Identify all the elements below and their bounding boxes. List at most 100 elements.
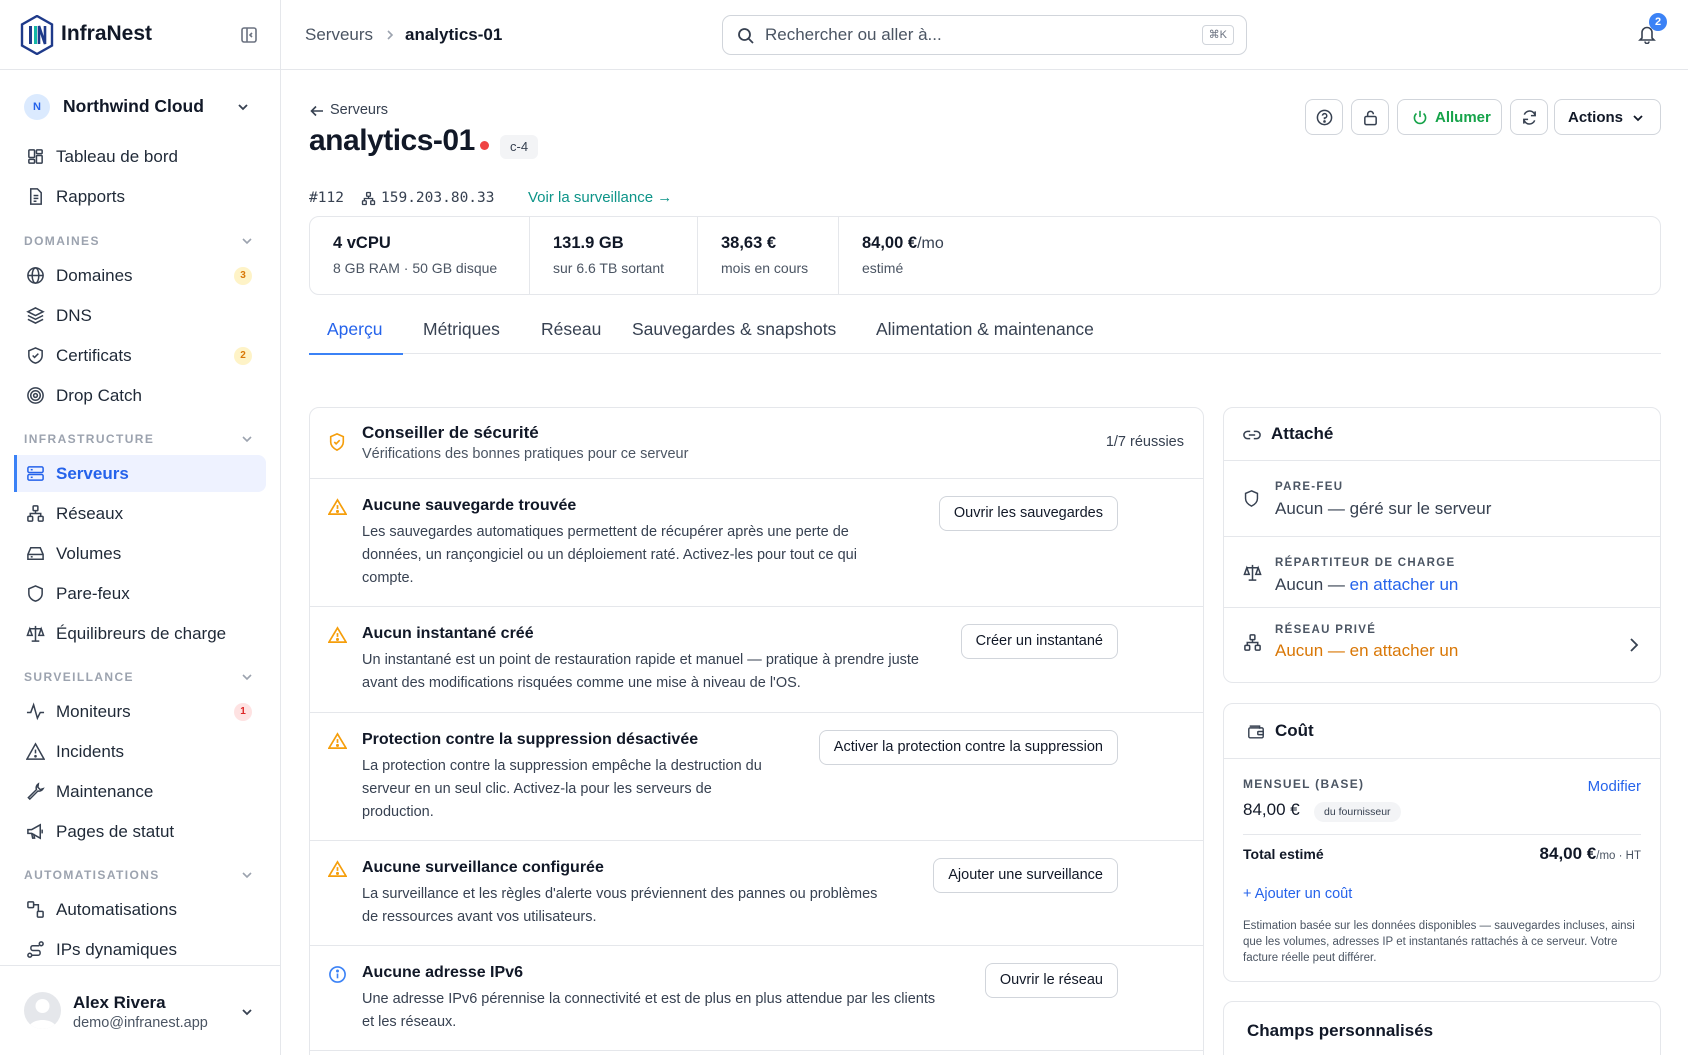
chevron-down-icon[interactable] — [241, 433, 253, 445]
help-button[interactable] — [1305, 99, 1343, 135]
check-description-line: données, un rançongiciel ou un déploieme… — [362, 547, 857, 563]
edit-cost-link[interactable]: Modifier — [1588, 778, 1641, 795]
report-icon — [26, 187, 45, 206]
refresh-button[interactable] — [1510, 99, 1548, 135]
stat-sub: 8 GB RAM · 50 GB disque — [333, 260, 498, 276]
org-switcher[interactable]: N Northwind Cloud — [24, 92, 256, 120]
open-backups-button[interactable]: Ouvrir les sauvegardes — [938, 496, 1118, 531]
sidebar-item-reports[interactable]: Rapports — [14, 178, 266, 215]
enable-delete-protection-button[interactable]: Activer la protection contre la suppress… — [818, 730, 1118, 765]
check-item: Aucun instantané créé Un instantané est … — [310, 607, 1203, 713]
check-description: La protection contre la suppression empê… — [362, 755, 762, 824]
wrench-icon — [26, 782, 45, 801]
sidebar-item-volumes[interactable]: Volumes — [14, 535, 266, 572]
sidebar-item-label: Serveurs — [56, 464, 129, 483]
top-bar: Serveurs analytics-01 ⌘K 2 — [281, 0, 1688, 70]
org-name: Northwind Cloud — [63, 96, 204, 116]
add-monitoring-button[interactable]: Ajouter une surveillance — [933, 858, 1118, 893]
create-snapshot-button[interactable]: Créer un instantané — [960, 624, 1118, 659]
shield-check-icon — [328, 432, 346, 452]
chevron-down-icon[interactable] — [241, 671, 253, 683]
sidebar-item-automations[interactable]: Automatisations — [14, 891, 266, 928]
tab-sauvegardes[interactable]: Sauvegardes & snapshots — [632, 319, 836, 355]
power-icon — [1412, 109, 1428, 126]
warning-icon — [328, 498, 347, 516]
security-score: 1/7 réussies — [1105, 434, 1184, 450]
check-description: La surveillance et les règles d'alerte v… — [362, 883, 877, 929]
brand-name: InfraNest — [61, 22, 153, 45]
sidebar-item-certificates[interactable]: Certificats 2 — [14, 337, 266, 374]
sidebar-item-servers[interactable]: Serveurs — [14, 455, 266, 492]
refresh-icon — [1521, 109, 1538, 126]
status-indicator — [480, 141, 489, 150]
check-description-line: compte. — [362, 570, 414, 586]
chevron-down-icon — [236, 100, 250, 114]
chevron-down-icon — [1632, 112, 1644, 124]
divider — [1243, 834, 1641, 835]
check-description: Les sauvegardes automatiques permettent … — [362, 521, 857, 590]
attached-title: Attaché — [1271, 424, 1334, 443]
help-circle-icon — [1316, 109, 1333, 126]
sidebar-item-domains[interactable]: Domaines 3 — [14, 257, 266, 294]
sidebar-item-dns[interactable]: DNS — [14, 297, 266, 334]
attached-card: Attaché PARE-FEU Aucun — géré sur le ser… — [1223, 407, 1661, 683]
tab-reseau[interactable]: Réseau — [541, 319, 601, 355]
warning-icon — [328, 626, 347, 644]
attached-private-network-row[interactable]: RÉSEAU PRIVÉ Aucun — en attacher un — [1224, 607, 1660, 682]
sidebar-item-load-balancers[interactable]: Équilibreurs de charge — [14, 615, 266, 652]
attach-load-balancer-link[interactable]: en attacher un — [1350, 575, 1459, 594]
section-title-domaines: DOMAINES — [24, 234, 100, 248]
chevron-down-icon[interactable] — [241, 235, 253, 247]
sidebar-item-label: Pare-feux — [56, 584, 130, 603]
search-icon — [737, 27, 755, 45]
actions-dropdown[interactable]: Actions — [1554, 99, 1661, 135]
check-item: Aucune adresse IPv6 Une adresse IPv6 pér… — [310, 946, 1203, 1051]
attached-firewall-label: PARE-FEU — [1275, 481, 1344, 493]
sidebar-item-networks[interactable]: Réseaux — [14, 495, 266, 532]
stat-unit: /mo — [917, 235, 944, 252]
source-badge: du fournisseur — [1314, 802, 1401, 822]
sidebar-item-maintenance[interactable]: Maintenance — [14, 773, 266, 810]
chevron-down-icon[interactable] — [241, 869, 253, 881]
sidebar-item-label: Incidents — [56, 742, 125, 761]
shield-icon — [26, 584, 45, 603]
sidebar-item-incidents[interactable]: Incidents — [14, 733, 266, 770]
monitoring-link[interactable]: Voir la surveillance → — [528, 189, 672, 206]
search-box[interactable]: ⌘K — [722, 15, 1247, 55]
sidebar-item-monitors[interactable]: Moniteurs 1 — [14, 693, 266, 730]
sidebar-item-firewalls[interactable]: Pare-feux — [14, 575, 266, 612]
lock-button[interactable] — [1351, 99, 1389, 135]
tab-apercu[interactable]: Aperçu — [309, 319, 403, 355]
attached-private-network-label: RÉSEAU PRIVÉ — [1275, 624, 1377, 636]
power-on-button[interactable]: Allumer — [1397, 99, 1502, 135]
user-email: demo@infranest.app — [73, 1015, 208, 1031]
sidebar-item-dynamic-ips[interactable]: IPs dynamiques — [14, 931, 266, 968]
breadcrumb-parent[interactable]: Serveurs — [305, 25, 373, 45]
sidebar-item-dashboard[interactable]: Tableau de bord — [14, 138, 266, 175]
sidebar-item-drop-catch[interactable]: Drop Catch — [14, 377, 266, 414]
security-advisor-title: Conseiller de sécurité — [362, 423, 539, 442]
check-title: Aucune surveillance configurée — [362, 859, 604, 876]
sidebar-item-status-pages[interactable]: Pages de statut — [14, 813, 266, 850]
user-menu[interactable]: Alex Rivera demo@infranest.app — [0, 965, 280, 1055]
search-input[interactable] — [765, 24, 1165, 46]
count-badge: 3 — [234, 267, 252, 285]
unlock-icon — [1362, 109, 1379, 126]
network-icon — [26, 504, 45, 523]
sidebar-item-label: Volumes — [56, 544, 122, 563]
tab-metriques[interactable]: Métriques — [423, 319, 500, 355]
open-network-button[interactable]: Ouvrir le réseau — [984, 963, 1118, 998]
check-item: Protection contre la suppression désacti… — [310, 713, 1203, 841]
sidebar-item-label: Maintenance — [56, 782, 154, 801]
brand-header: InfraNest — [0, 0, 280, 70]
sidebar-collapse-icon[interactable] — [240, 26, 258, 44]
tab-alimentation[interactable]: Alimentation & maintenance — [876, 319, 1094, 355]
plan-badge: c-4 — [500, 135, 539, 159]
alert-triangle-icon — [26, 742, 45, 761]
check-description-line: Une adresse IPv6 pérennise la connectivi… — [362, 991, 936, 1007]
dashboard-icon — [26, 147, 45, 166]
tab-bar: Aperçu Métriques Réseau Sauvegardes & sn… — [309, 316, 1661, 355]
cost-total-unit: /mo · HT — [1596, 850, 1641, 862]
add-cost-link[interactable]: + Ajouter un coût — [1243, 886, 1352, 902]
power-on-label: Allumer — [1435, 109, 1491, 126]
